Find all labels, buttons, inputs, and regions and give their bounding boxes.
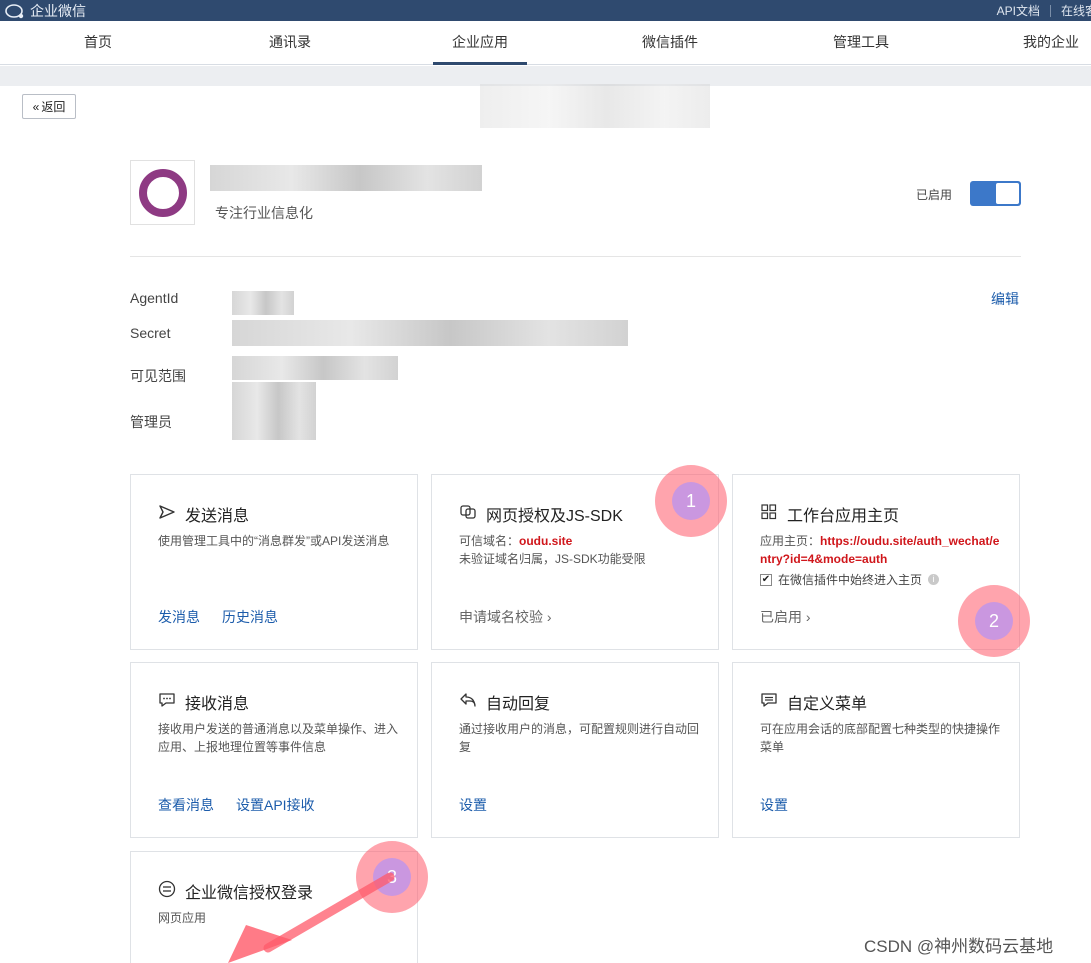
admin-label: 管理员	[130, 414, 172, 430]
tab-home[interactable]: 首页	[72, 21, 124, 65]
enabled-link[interactable]: 已启用 ›	[760, 607, 811, 627]
card-description: 可在应用会话的底部配置七种类型的快捷操作菜单	[760, 722, 1001, 754]
tab-wechat-plugin[interactable]: 微信插件	[636, 21, 704, 65]
marker-number: 1	[672, 482, 710, 520]
redacted-admin	[232, 382, 316, 440]
card-title: 网页授权及JS-SDK	[486, 508, 623, 525]
card-links: 申请域名校验 ›	[459, 607, 552, 627]
card-description: 通过接收用户的消息，可配置规则进行自动回复	[459, 722, 700, 754]
card-title: 企业微信授权登录	[185, 885, 314, 902]
verify-domain-link[interactable]: 申请域名校验 ›	[459, 607, 552, 627]
brand[interactable]: 企业微信	[4, 0, 86, 21]
send-message-link[interactable]: 发消息	[158, 607, 200, 627]
redacted-visible-scope	[232, 356, 398, 380]
api-docs-link[interactable]: API文档	[997, 2, 1040, 19]
web-auth-icon	[459, 504, 477, 525]
app-description: 专注行业信息化	[215, 205, 313, 221]
card-title-row: 网页授权及JS-SDK	[459, 502, 623, 526]
card-description: 应用主页：https://oudu.site/auth_wechat/entry…	[760, 532, 1000, 568]
homepage-label: 应用主页：	[760, 534, 821, 548]
info-icon[interactable]: i	[928, 574, 940, 585]
card-send-message: 发送消息 使用管理工具中的“消息群发”或API发送消息 发消息 历史消息	[130, 474, 418, 650]
annotation-marker-3: 3	[356, 841, 428, 913]
view-messages-link[interactable]: 查看消息	[158, 795, 214, 815]
top-bar: 企业微信 API文档 在线客	[0, 0, 1091, 21]
autoreply-settings-link[interactable]: 设置	[459, 795, 487, 815]
main-nav: 首页 通讯录 企业应用 微信插件 管理工具 我的企业	[0, 21, 1091, 65]
card-links: 设置	[459, 795, 487, 815]
divider	[1049, 4, 1051, 17]
trusted-domain-value: oudu.site	[519, 534, 573, 548]
tab-apps[interactable]: 企业应用	[433, 21, 527, 65]
card-title: 发送消息	[185, 508, 250, 525]
card-title: 接收消息	[185, 696, 250, 713]
login-icon	[158, 880, 176, 903]
card-links: 查看消息 设置API接收	[158, 795, 315, 815]
card-description: 接收用户发送的普通消息以及菜单操作、进入应用、上报地理位置等事件信息	[158, 722, 399, 754]
tab-my-enterprise[interactable]: 我的企业	[1016, 21, 1086, 65]
back-button[interactable]: « 返回	[22, 94, 76, 119]
domain-note: 未验证域名归属，JS-SDK功能受限	[459, 552, 646, 566]
card-title: 自定义菜单	[787, 696, 868, 713]
card-title-row: 企业微信授权登录	[158, 879, 313, 903]
status-label: 已启用	[916, 188, 953, 202]
chat-bubble-icon	[158, 692, 176, 713]
app-logo	[130, 160, 195, 225]
card-title-row: 接收消息	[158, 690, 249, 714]
set-api-receive-link[interactable]: 设置API接收	[236, 795, 315, 815]
menu-settings-link[interactable]: 设置	[760, 795, 788, 815]
trusted-domain-row: 可信域名：oudu.site	[459, 532, 699, 550]
reply-arrow-icon	[459, 692, 477, 713]
brand-name: 企业微信	[30, 2, 86, 19]
secret-label: Secret	[130, 325, 171, 341]
divider	[130, 256, 1021, 257]
menu-icon	[760, 692, 778, 713]
online-service-link[interactable]: 在线客	[1061, 2, 1091, 19]
watermark: CSDN @神州数码云基地	[864, 937, 1054, 956]
redacted-app-name	[210, 165, 482, 191]
card-description: 使用管理工具中的“消息群发”或API发送消息	[158, 534, 390, 548]
marker-number: 2	[975, 602, 1013, 640]
send-icon	[158, 504, 176, 525]
card-description: 网页应用	[158, 911, 207, 925]
toggle-knob	[996, 183, 1019, 204]
card-custom-menu: 自定义菜单 可在应用会话的底部配置七种类型的快捷操作菜单 设置	[732, 662, 1020, 838]
always-homepage-option: ✔ 在微信插件中始终进入主页 i	[760, 571, 940, 588]
header-strip	[0, 66, 1091, 86]
tab-management-tools[interactable]: 管理工具	[827, 21, 895, 65]
card-title-row: 自动回复	[459, 690, 550, 714]
redacted-agentid	[232, 291, 294, 315]
back-label: 返回	[41, 100, 66, 114]
card-links: 发消息 历史消息	[158, 607, 278, 627]
card-title: 工作台应用主页	[787, 508, 900, 525]
card-title-row: 发送消息	[158, 502, 249, 526]
card-title: 自动回复	[486, 696, 551, 713]
redacted-title	[480, 84, 710, 128]
grid-icon	[760, 503, 778, 525]
double-chevron-left-icon: «	[32, 99, 40, 114]
checkbox-label: 在微信插件中始终进入主页	[778, 573, 923, 587]
visible-scope-label: 可见范围	[130, 368, 186, 384]
tab-contacts[interactable]: 通讯录	[260, 21, 320, 65]
top-links: API文档 在线客	[997, 0, 1091, 21]
wecom-logo-icon	[4, 3, 26, 19]
card-description: 可信域名：oudu.site 未验证域名归属，JS-SDK功能受限	[459, 532, 699, 568]
marker-number: 3	[373, 858, 411, 896]
enable-toggle[interactable]	[970, 181, 1021, 206]
card-auto-reply: 自动回复 通过接收用户的消息，可配置规则进行自动回复 设置	[431, 662, 719, 838]
message-history-link[interactable]: 历史消息	[222, 607, 278, 627]
card-title-row: 自定义菜单	[760, 690, 867, 714]
edit-link[interactable]: 编辑	[991, 289, 1019, 309]
card-links: 设置	[760, 795, 788, 815]
card-receive-message: 接收消息 接收用户发送的普通消息以及菜单操作、进入应用、上报地理位置等事件信息 …	[130, 662, 418, 838]
card-links: 已启用 ›	[760, 607, 811, 627]
annotation-marker-2: 2	[958, 585, 1030, 657]
agentid-label: AgentId	[130, 290, 179, 306]
annotation-marker-1: 1	[655, 465, 727, 537]
card-title-row: 工作台应用主页	[760, 502, 899, 526]
checkbox[interactable]: ✔	[760, 573, 772, 586]
redacted-secret	[232, 320, 628, 346]
trusted-domain-label: 可信域名：	[459, 534, 520, 548]
